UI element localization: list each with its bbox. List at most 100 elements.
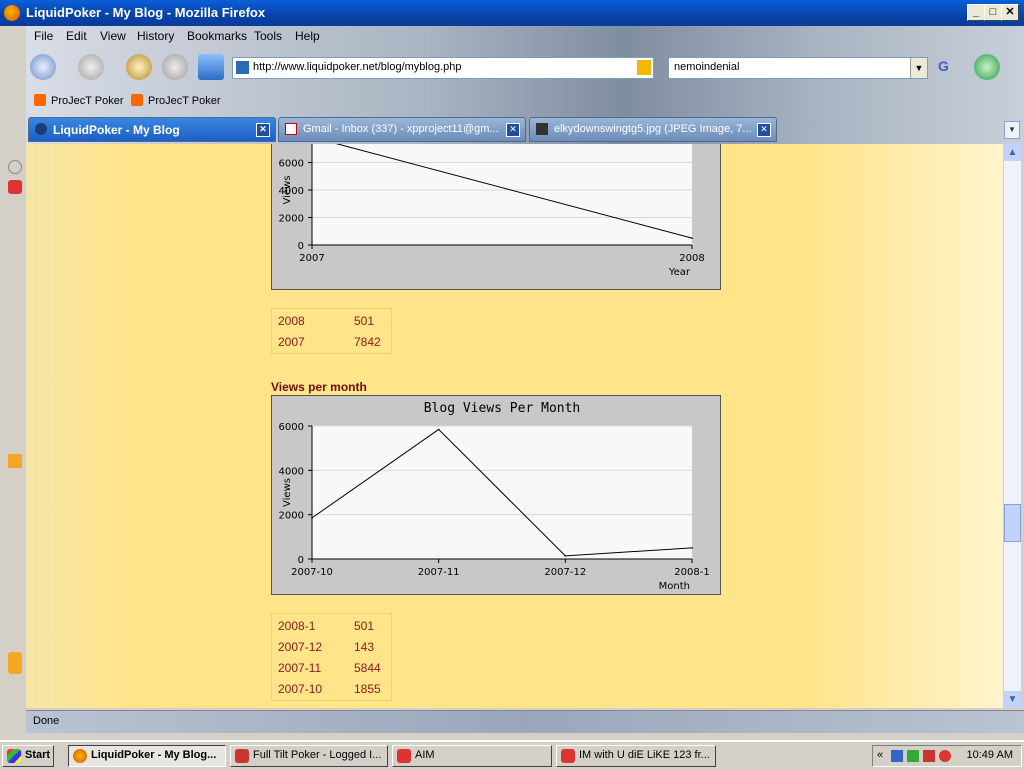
tray-expand-icon[interactable]: «: [877, 749, 883, 761]
menu-help[interactable]: Help: [295, 29, 320, 43]
reload-icon[interactable]: [126, 54, 152, 80]
y-tick-label: 2000: [279, 214, 304, 225]
close-icon[interactable]: ✕: [256, 123, 270, 137]
tab-liquidpoker[interactable]: LiquidPoker - My Blog ✕: [28, 117, 276, 142]
yearly-views-chart: 0 2000 4000 6000 2007 2008 Year Views: [271, 144, 721, 290]
menu-view[interactable]: View: [100, 29, 126, 43]
y-tick-label: 6000: [279, 159, 304, 170]
close-button[interactable]: ✕: [1001, 4, 1019, 21]
meter-icon[interactable]: [907, 750, 919, 762]
period-cell: 2007: [278, 334, 305, 349]
status-icon: [8, 454, 22, 468]
taskbar-item-label: LiquidPoker - My Blog...: [91, 749, 217, 761]
tab-gmail[interactable]: Gmail - Inbox (337) - xpproject11@gm... …: [278, 117, 526, 142]
views-cell: 5844: [354, 660, 381, 675]
rss-icon: [131, 94, 143, 106]
site-favicon-icon: [236, 61, 249, 74]
y-tick-label: 2000: [279, 511, 304, 522]
views-cell: 501: [354, 618, 375, 633]
im-icon: [561, 749, 575, 763]
start-button[interactable]: Start: [2, 745, 54, 767]
scroll-thumb[interactable]: [1004, 504, 1021, 542]
vertical-scrollbar[interactable]: ▲ ▼: [1003, 144, 1021, 708]
monthly-views-table: 2008-1 501 2007-12 143 2007-11 5844 2007-10…: [271, 613, 392, 701]
orange-tab-icon[interactable]: [8, 652, 22, 674]
window-titlebar[interactable]: LiquidPoker - My Blog - Mozilla Firefox …: [0, 0, 1024, 26]
x-tick-label: 2008: [679, 253, 704, 264]
start-label: Start: [25, 749, 51, 761]
chart-title: Blog Views Per Month: [424, 401, 581, 416]
search-engine-g-icon[interactable]: G: [938, 58, 949, 74]
page-content: 0 2000 4000 6000 2007 2008 Year Views 2008 501 2…: [26, 144, 1003, 708]
taskbar-item-firefox[interactable]: LiquidPoker - My Blog...: [68, 745, 226, 767]
period-cell: 2007-12: [278, 639, 323, 654]
shield-icon[interactable]: [923, 750, 935, 762]
section-heading: Views per month: [271, 380, 367, 394]
menu-bookmarks[interactable]: Bookmarks: [187, 29, 247, 43]
views-cell: 501: [354, 313, 375, 328]
period-cell: 2008: [278, 313, 305, 328]
close-icon[interactable]: ✕: [506, 123, 520, 137]
stop-icon[interactable]: [162, 54, 188, 80]
status-bar: Done: [26, 710, 1024, 733]
period-cell: 2008-1: [278, 618, 316, 633]
taskbar-item-im[interactable]: IM with U diE LiKE 123 fr...: [556, 745, 716, 767]
close-icon[interactable]: ✕: [757, 123, 771, 137]
x-tick-label: 2007-11: [418, 567, 460, 578]
maximize-button[interactable]: □: [984, 4, 1002, 21]
y-axis-label: Views: [282, 478, 293, 507]
tab-jpeg-image[interactable]: elkydownswingtg5.jpg (JPEG Image, 7... ✕: [529, 117, 777, 142]
x-axis-label: Year: [668, 267, 691, 278]
menu-bar: File Edit View History Bookmarks Tools H…: [26, 26, 1024, 46]
menu-edit[interactable]: Edit: [66, 29, 87, 43]
firefox-icon: [73, 749, 87, 763]
home-icon[interactable]: [198, 54, 224, 80]
chevron-down-icon[interactable]: ▼: [910, 58, 927, 78]
aim-icon[interactable]: [8, 180, 22, 194]
skype-icon[interactable]: [974, 54, 1000, 80]
y-axis-label: Views: [282, 176, 293, 205]
aim-icon: [397, 749, 411, 763]
data-point: [691, 547, 693, 549]
taskbar-item-label: IM with U diE LiKE 123 fr...: [579, 749, 710, 761]
bookmark-item[interactable]: ProJecT Poker: [34, 94, 124, 107]
taskbar-item-fulltilt[interactable]: Full Tilt Poker - Logged I...: [230, 745, 388, 767]
y-tick-label: 4000: [279, 466, 304, 477]
data-point: [311, 517, 313, 519]
search-icon[interactable]: [8, 160, 22, 174]
taskbar-item-aim[interactable]: AIM: [392, 745, 552, 767]
search-input[interactable]: nemoindenial ▼: [668, 57, 928, 79]
menu-file[interactable]: File: [34, 29, 53, 43]
views-cell: 1855: [354, 681, 381, 696]
fulltilt-icon: [235, 749, 249, 763]
scroll-down-icon[interactable]: ▼: [1004, 691, 1021, 708]
menu-history[interactable]: History: [137, 29, 174, 43]
x-tick-label: 2008-1: [674, 567, 709, 578]
x-tick-label: 2007-10: [291, 567, 333, 578]
tab-label: elkydownswingtg5.jpg (JPEG Image, 7...: [554, 123, 752, 135]
back-icon[interactable]: [30, 54, 56, 80]
scroll-up-icon[interactable]: ▲: [1004, 144, 1021, 161]
period-cell: 2007-10: [278, 681, 323, 696]
tab-list-chevron-down-icon[interactable]: ▼: [1004, 121, 1020, 139]
url-bar[interactable]: http://www.liquidpoker.net/blog/myblog.p…: [232, 57, 654, 79]
monthly-views-chart: Blog Views Per Month 0 2000 4000 6000 2007-10…: [271, 395, 721, 595]
windows-logo-icon: [7, 749, 21, 763]
views-cell: 143: [354, 639, 375, 654]
network-icon[interactable]: [891, 750, 903, 762]
search-value: nemoindenial: [674, 61, 740, 73]
monthly-chart-svg: Blog Views Per Month 0 2000 4000 6000 2007-10…: [279, 401, 710, 592]
clock: 10:49 AM: [966, 749, 1013, 761]
minimize-button[interactable]: _: [967, 4, 985, 21]
data-point: [564, 555, 567, 557]
forward-icon[interactable]: [78, 54, 104, 80]
x-tick-label: 2007: [299, 253, 324, 264]
data-point: [437, 428, 440, 431]
plot-area: [312, 144, 692, 245]
aim-icon[interactable]: [939, 750, 951, 762]
menu-tools[interactable]: Tools: [254, 29, 282, 43]
bookmark-item[interactable]: ProJecT Poker: [131, 94, 221, 107]
table-row: 2008 501: [274, 311, 389, 330]
site-favicon-icon: [35, 123, 47, 135]
rss-icon[interactable]: [637, 60, 651, 75]
